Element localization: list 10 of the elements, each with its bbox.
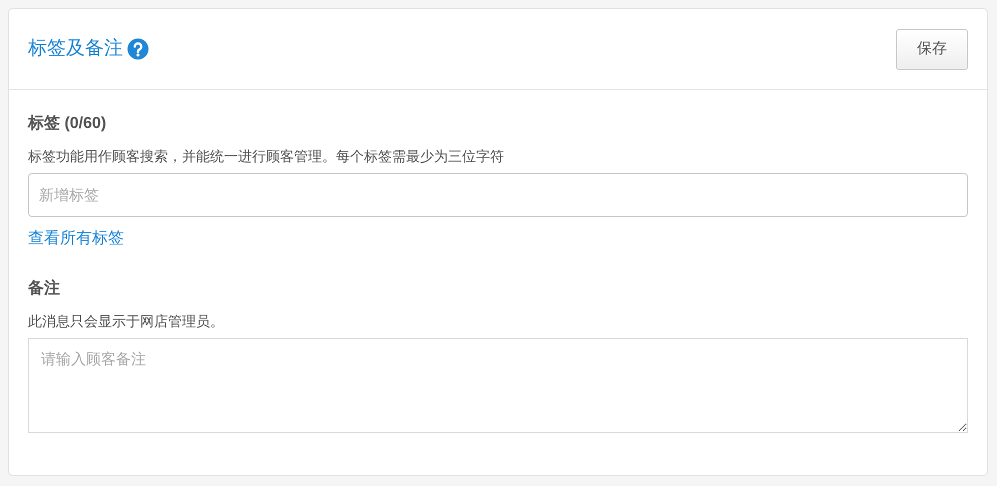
- help-icon[interactable]: [127, 38, 149, 60]
- tags-hint: 标签功能用作顾客搜索，并能统一进行顾客管理。每个标签需最少为三位字符: [28, 147, 505, 166]
- tag-input-field[interactable]: 新增标签: [28, 173, 968, 217]
- notes-hint: 此消息只会显示于网店管理员。: [28, 312, 225, 331]
- notes-textarea[interactable]: 请输入顾客备注: [28, 338, 968, 433]
- notes-label: 备注: [28, 278, 61, 299]
- view-all-tags-link[interactable]: 查看所有标签: [28, 227, 124, 251]
- save-button[interactable]: 保存: [896, 28, 968, 70]
- panel-title: 标签及备注: [28, 36, 123, 61]
- tags-label: 标签 (0/60): [28, 114, 108, 134]
